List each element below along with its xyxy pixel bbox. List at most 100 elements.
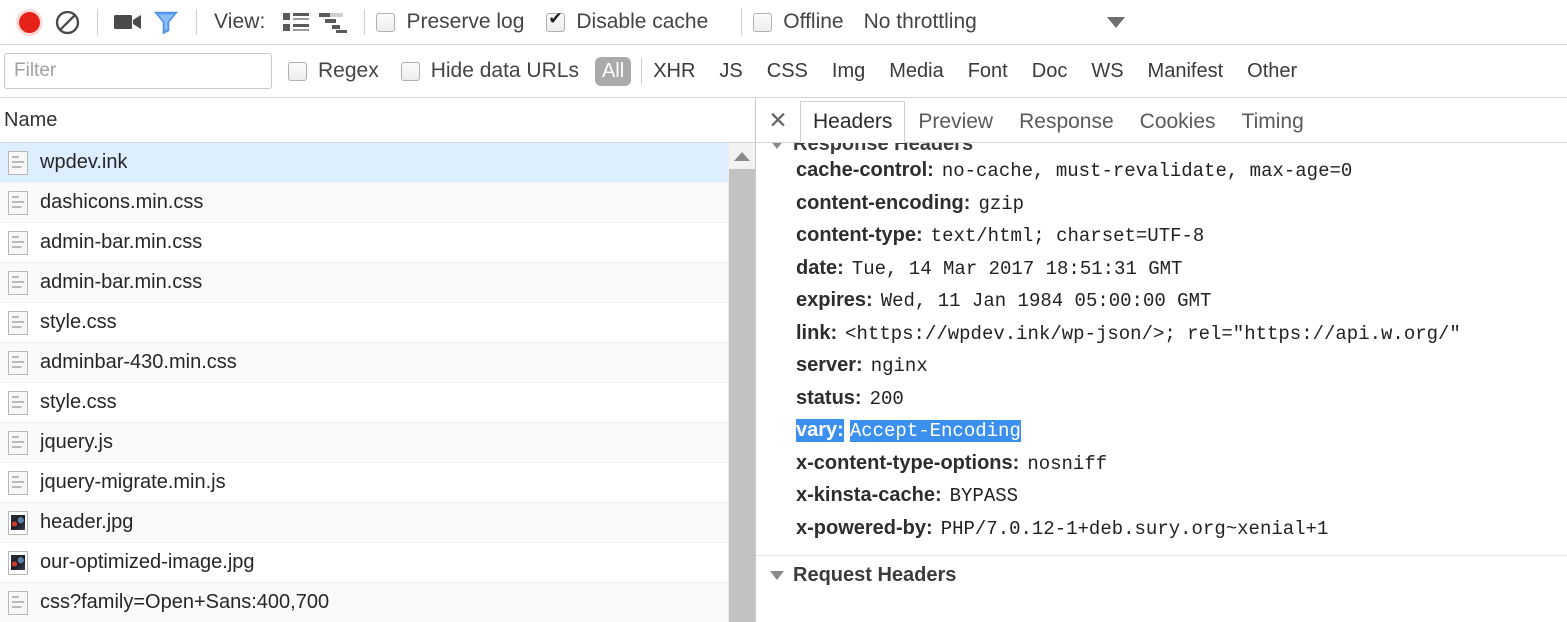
response-header-name: cache-control: — [796, 159, 934, 182]
preserve-log-box[interactable] — [376, 13, 395, 32]
response-header-value: Wed, 11 Jan 1984 05:00:00 GMT — [881, 290, 1212, 312]
filter-input[interactable] — [4, 53, 272, 89]
filter-type-all[interactable]: All — [595, 57, 631, 86]
filter-type-manifest[interactable]: Manifest — [1145, 58, 1227, 85]
request-headers-title: Request Headers — [793, 564, 956, 587]
disable-cache-label: Disable cache — [576, 10, 708, 34]
preserve-log-checkbox[interactable]: Preserve log — [376, 10, 524, 34]
request-detail-pane: ✕ Headers Preview Response Cookies Timin… — [756, 98, 1567, 622]
disable-cache-checkbox[interactable]: Disable cache — [546, 10, 708, 34]
response-header-row[interactable]: expires:Wed, 11 Jan 1984 05:00:00 GMT — [796, 289, 1567, 322]
network-main: Name wpdev.inkdashicons.min.cssadmin-bar… — [0, 98, 1567, 622]
request-list-header: Name — [0, 98, 755, 143]
request-row[interactable]: admin-bar.min.css — [0, 223, 728, 263]
response-header-name: content-encoding: — [796, 192, 970, 215]
view-list-button[interactable] — [277, 3, 315, 41]
request-row[interactable]: style.css — [0, 303, 728, 343]
regex-label: Regex — [318, 59, 379, 83]
offline-label: Offline — [783, 10, 843, 34]
filter-type-css[interactable]: CSS — [764, 58, 811, 85]
toolbar-divider — [97, 9, 98, 35]
record-button[interactable] — [10, 3, 48, 41]
request-row[interactable]: css?family=Open+Sans:400,700 — [0, 583, 728, 622]
request-row[interactable]: header.jpg — [0, 503, 728, 543]
request-list-scrollbar[interactable] — [728, 143, 755, 622]
triangle-down-icon-2[interactable] — [770, 571, 784, 580]
hide-data-urls-label: Hide data URLs — [431, 59, 579, 83]
response-header-row[interactable]: vary:Accept-Encoding — [796, 419, 1567, 452]
request-row[interactable]: dashicons.min.css — [0, 183, 728, 223]
regex-checkbox[interactable]: Regex — [288, 59, 379, 83]
tab-headers[interactable]: Headers — [800, 101, 905, 143]
tab-preview[interactable]: Preview — [905, 101, 1006, 142]
hide-data-urls-checkbox[interactable]: Hide data URLs — [401, 59, 579, 83]
response-header-value: no-cache, must-revalidate, max-age=0 — [942, 160, 1352, 182]
response-header-name: status: — [796, 387, 862, 410]
request-row[interactable]: adminbar-430.min.css — [0, 343, 728, 383]
triangle-down-icon[interactable] — [770, 143, 784, 149]
response-header-value: Accept-Encoding — [850, 420, 1021, 442]
response-header-row[interactable]: date:Tue, 14 Mar 2017 18:51:31 GMT — [796, 257, 1567, 290]
response-header-row[interactable]: server:nginx — [796, 354, 1567, 387]
tab-response[interactable]: Response — [1006, 101, 1127, 142]
column-header-name[interactable]: Name — [4, 109, 57, 132]
document-icon — [8, 471, 28, 495]
document-icon — [8, 271, 28, 295]
request-headers-section[interactable]: Request Headers — [770, 560, 1567, 590]
response-header-row[interactable]: x-kinsta-cache:BYPASS — [796, 484, 1567, 517]
request-row-name: jquery-migrate.min.js — [40, 471, 226, 494]
filter-type-media[interactable]: Media — [886, 58, 946, 85]
response-header-row[interactable]: content-encoding:gzip — [796, 192, 1567, 225]
request-rows-area: wpdev.inkdashicons.min.cssadmin-bar.min.… — [0, 143, 755, 622]
request-row[interactable]: our-optimized-image.jpg — [0, 543, 728, 583]
chevron-down-icon[interactable] — [1107, 17, 1125, 28]
response-header-value: 200 — [870, 388, 904, 410]
close-icon[interactable]: ✕ — [756, 98, 800, 142]
response-header-name: date: — [796, 257, 844, 280]
response-header-row[interactable]: content-type:text/html; charset=UTF-8 — [796, 224, 1567, 257]
hide-data-urls-box[interactable] — [401, 62, 420, 81]
screenshot-button[interactable] — [109, 3, 147, 41]
tab-timing[interactable]: Timing — [1229, 101, 1317, 142]
filter-toggle-button[interactable] — [147, 3, 185, 41]
request-row[interactable]: wpdev.ink — [0, 143, 728, 183]
request-row[interactable]: jquery-migrate.min.js — [0, 463, 728, 503]
view-waterfall-button[interactable] — [315, 3, 353, 41]
filter-type-ws[interactable]: WS — [1088, 58, 1126, 85]
response-header-row[interactable]: x-content-type-options: nosniff — [796, 452, 1567, 485]
clear-button[interactable] — [48, 3, 86, 41]
request-row[interactable]: jquery.js — [0, 423, 728, 463]
request-list-pane: Name wpdev.inkdashicons.min.cssadmin-bar… — [0, 98, 756, 622]
response-header-name: link: — [796, 322, 837, 345]
request-row-name: jquery.js — [40, 431, 113, 454]
filter-type-font[interactable]: Font — [965, 58, 1011, 85]
response-headers-section[interactable]: Response Headers — [770, 143, 1567, 159]
section-divider — [756, 555, 1567, 556]
response-header-row[interactable]: cache-control: no-cache, must-revalidate,… — [796, 159, 1567, 192]
regex-box[interactable] — [288, 62, 307, 81]
response-header-name: content-type: — [796, 224, 923, 247]
filter-type-js[interactable]: JS — [716, 58, 745, 85]
response-header-name: x-powered-by: — [796, 517, 933, 540]
tab-cookies[interactable]: Cookies — [1127, 101, 1229, 142]
waterfall-view-icon — [319, 11, 349, 33]
response-header-row[interactable]: status: 200 — [796, 387, 1567, 420]
disable-cache-box[interactable] — [546, 13, 565, 32]
filter-type-xhr[interactable]: XHR — [650, 58, 698, 85]
response-header-value: nosniff — [1027, 453, 1107, 475]
headers-body: Response Headers cache-control: no-cache,… — [756, 143, 1567, 622]
response-header-row[interactable]: x-powered-by:PHP/7.0.12-1+deb.sury.org~x… — [796, 517, 1567, 550]
request-row[interactable]: admin-bar.min.css — [0, 263, 728, 303]
scroll-up-arrow-icon[interactable] — [729, 143, 755, 169]
filter-type-other[interactable]: Other — [1244, 58, 1300, 85]
scrollbar-thumb[interactable] — [729, 169, 755, 622]
filter-type-doc[interactable]: Doc — [1029, 58, 1071, 85]
offline-checkbox[interactable]: Offline — [753, 10, 843, 34]
response-header-name: x-content-type-options: — [796, 452, 1019, 475]
offline-box[interactable] — [753, 13, 772, 32]
response-header-name: x-kinsta-cache: — [796, 484, 942, 507]
filter-type-img[interactable]: Img — [829, 58, 868, 85]
response-header-row[interactable]: link:<https://wpdev.ink/wp-json/>; rel="… — [796, 322, 1567, 355]
throttling-select[interactable]: No throttling — [864, 10, 977, 34]
request-row[interactable]: style.css — [0, 383, 728, 423]
